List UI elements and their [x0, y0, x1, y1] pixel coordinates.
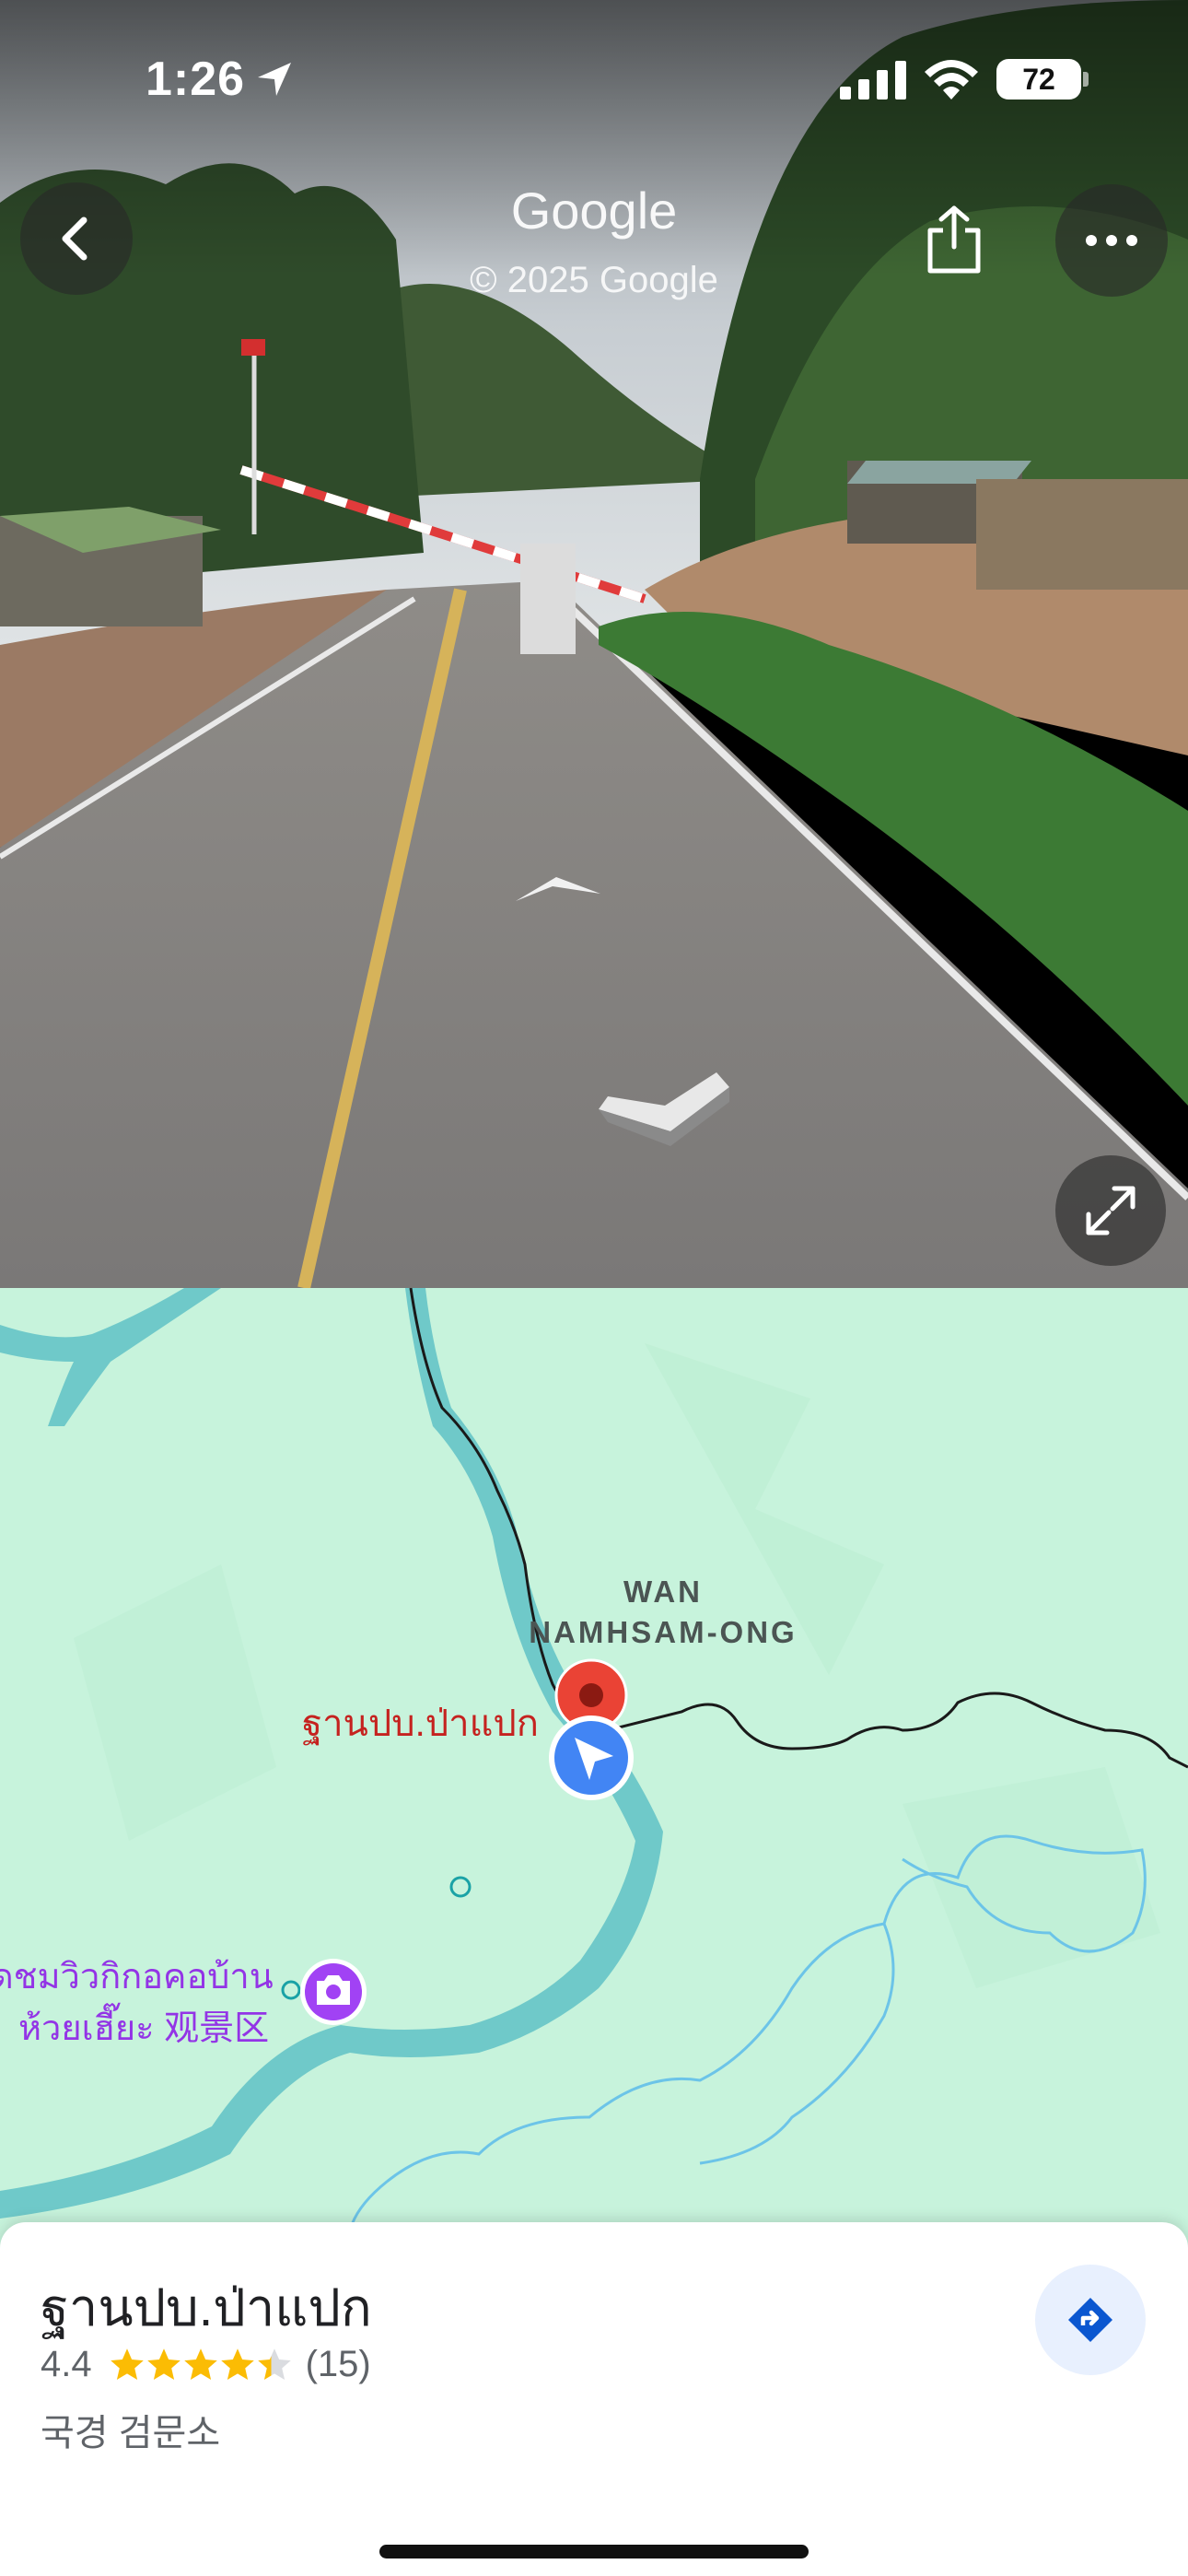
review-count: (15): [305, 2344, 371, 2384]
place-bottom-sheet[interactable]: ฐานปบ.ป่าแปก 4.4 (15) 국경 검문소: [0, 2222, 1188, 2576]
viewpoint-marker[interactable]: [300, 1959, 367, 2025]
expand-street-view-button[interactable]: [1055, 1155, 1166, 1266]
area-label: WAN NAMHSAM-ONG: [497, 1572, 829, 1653]
viewpoint-label-line1[interactable]: ดชมวิวกิกอคอบ้าน: [0, 1948, 274, 2004]
home-indicator[interactable]: [379, 2545, 809, 2558]
current-location-marker: [549, 1715, 634, 1800]
star-icon: [146, 2348, 181, 2380]
street-view-panorama[interactable]: 1:26 72 Google © 2025 Google: [0, 0, 1188, 1288]
wifi-icon: [925, 60, 978, 100]
map-canvas: [0, 1288, 1188, 2255]
street-view-copyright: © 2025 Google: [470, 260, 718, 300]
place-category: 국경 검문소: [41, 2413, 221, 2453]
selected-place-map-label[interactable]: ฐานปบ.ป่าแปก: [302, 1693, 539, 1752]
viewpoint-label-line2[interactable]: ห้วยเฮี๊ยะ 观景区: [18, 1999, 269, 2055]
map-view[interactable]: WAN NAMHSAM-ONG ฐานปบ.ป่าแปก ดชมวิวกิกอค…: [0, 1288, 1188, 2255]
place-title: ฐานปบ.ป่าแปก: [41, 2278, 372, 2336]
area-label-line1: WAN: [623, 1575, 703, 1609]
share-icon: [927, 205, 981, 274]
star-icon: [110, 2348, 144, 2380]
rating-value: 4.4: [41, 2344, 92, 2384]
status-time: 1:26: [146, 53, 246, 106]
battery-tip: [1083, 72, 1089, 87]
rating-stars: [109, 2347, 293, 2383]
more-options-button[interactable]: [1055, 184, 1168, 297]
status-bar: 1:26 72: [0, 0, 1188, 129]
battery-indicator: 72: [996, 59, 1081, 100]
star-icon: [220, 2348, 254, 2380]
star-icon: [183, 2348, 217, 2380]
directions-icon: [1068, 2298, 1112, 2342]
star-icon: [257, 2348, 291, 2380]
cellular-signal-icon: [840, 61, 906, 100]
more-horizontal-icon: [1086, 235, 1137, 246]
area-label-line2: NAMHSAM-ONG: [529, 1615, 798, 1649]
expand-icon: [1086, 1186, 1136, 1235]
rating-row[interactable]: 4.4 (15): [41, 2344, 371, 2385]
directions-button[interactable]: [1035, 2265, 1146, 2375]
share-button[interactable]: [897, 182, 1011, 297]
location-services-icon: [258, 63, 291, 96]
